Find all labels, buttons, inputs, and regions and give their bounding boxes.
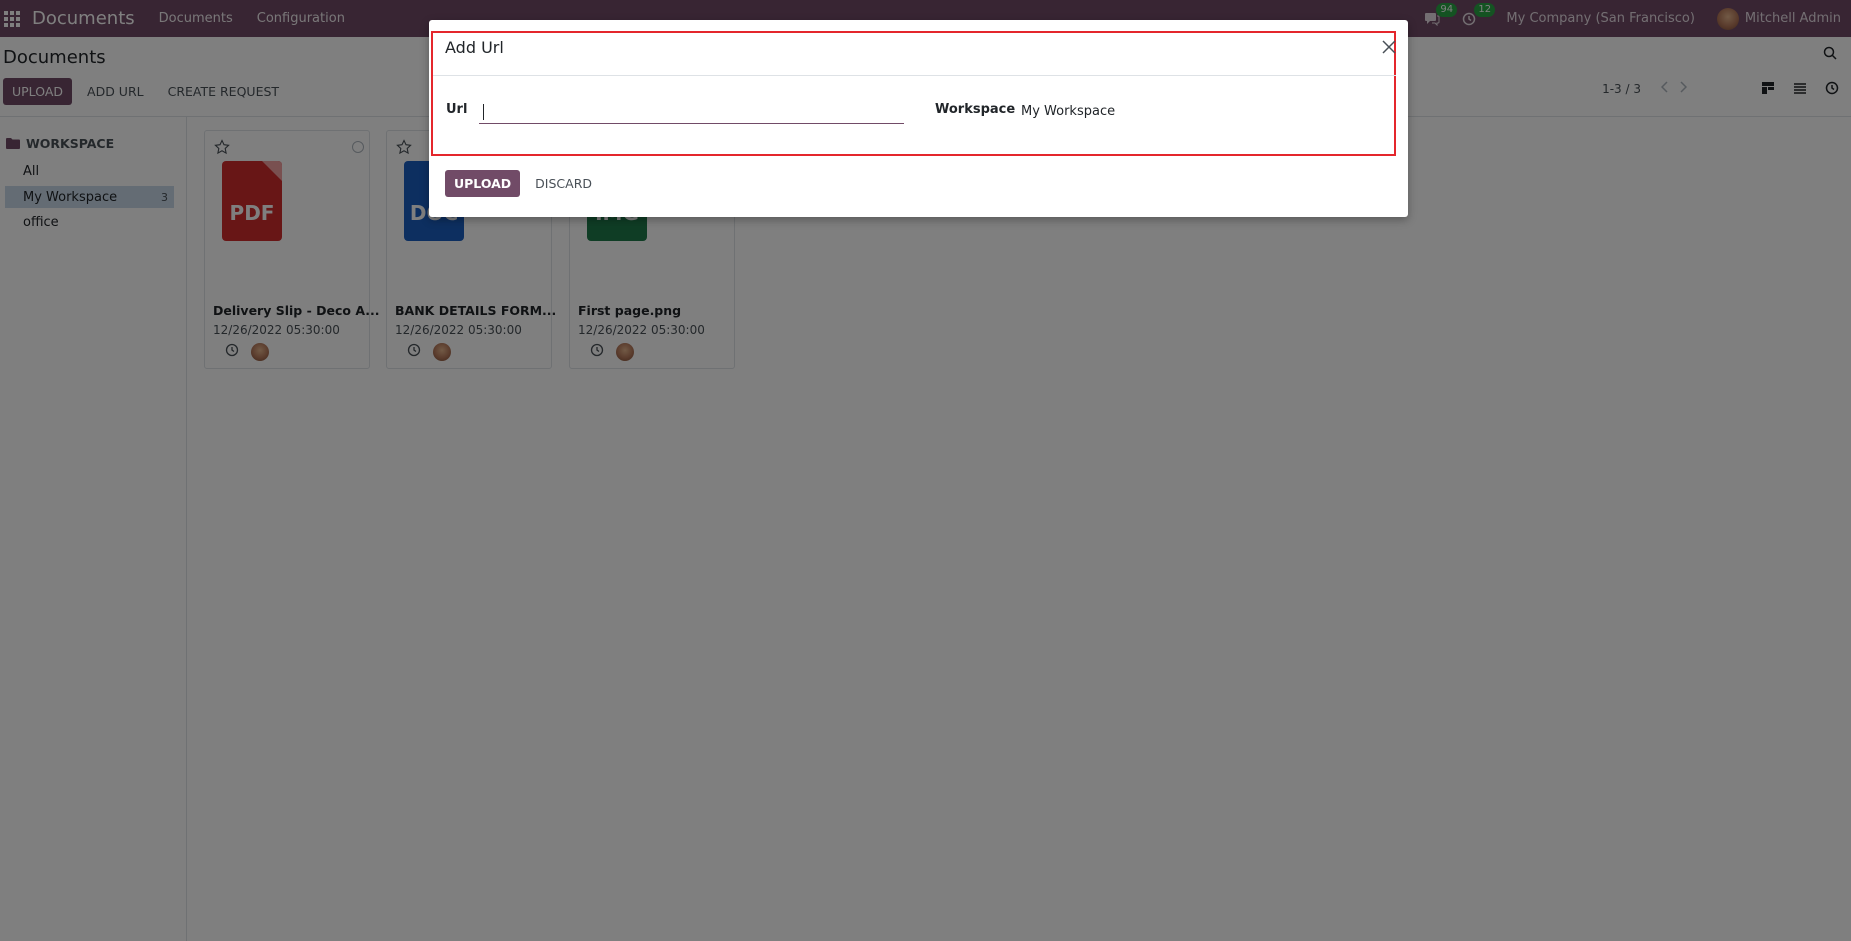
- workspace-value[interactable]: My Workspace: [1021, 104, 1115, 119]
- dialog-title: Add Url: [445, 38, 504, 57]
- text-cursor: [483, 104, 484, 120]
- highlight-box: [431, 31, 1396, 156]
- dialog-discard-button[interactable]: DISCARD: [526, 170, 601, 197]
- dialog-divider: [433, 75, 1396, 76]
- add-url-dialog: Add Url Url Workspace My Workspace UPLOA…: [429, 20, 1408, 217]
- url-label: Url: [446, 102, 468, 117]
- close-icon[interactable]: [1380, 38, 1398, 56]
- url-input[interactable]: [479, 100, 904, 124]
- dialog-upload-button[interactable]: UPLOAD: [445, 170, 521, 197]
- workspace-label: Workspace: [935, 102, 1016, 117]
